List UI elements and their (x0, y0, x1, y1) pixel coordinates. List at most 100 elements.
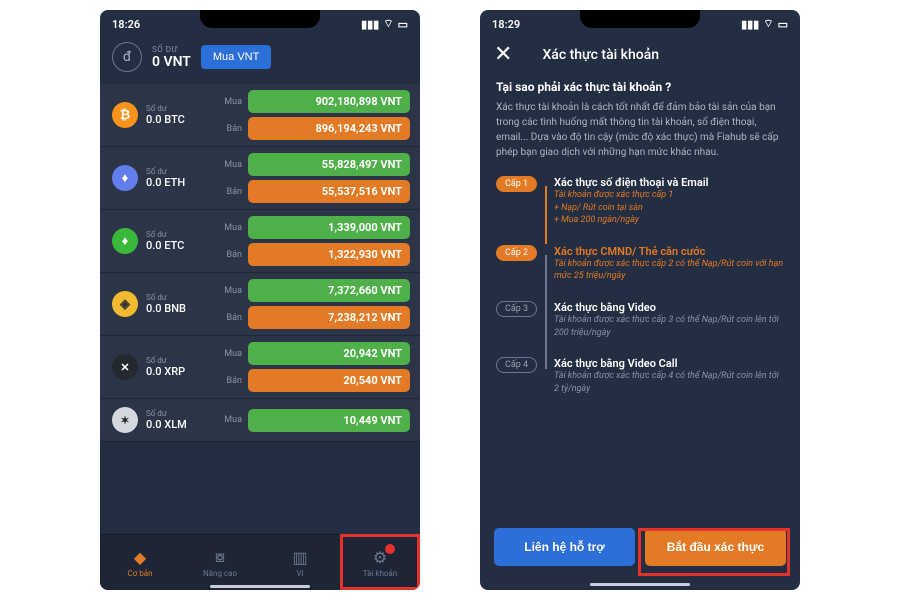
tab-label: Ví (296, 569, 303, 578)
coin-prices: Mua 10,449 VNT (220, 399, 420, 441)
coin-row[interactable]: ◈ Số dư 0.0 BNB Mua 7,372,660 VNT Bán 7,… (100, 273, 420, 336)
close-icon[interactable]: ✕ (494, 44, 512, 66)
signal-icon: ▮▮▮ (741, 18, 759, 31)
level-title: Xác thực bằng Video (554, 301, 784, 314)
verify-level: Cấp 1 Xác thực số điện thoại và Email Tà… (542, 176, 784, 227)
sell-label: Bán (220, 124, 242, 134)
tab-bar: ◆ Cơ bản⧇ Nâng cao▥ Ví⚙ Tài khoản (100, 534, 420, 590)
tab-icon: ⚙ (373, 548, 387, 567)
sell-price[interactable]: 55,537,516 VNT (248, 180, 410, 203)
verify-level: Cấp 3 Xác thực bằng Video Tài khoản được… (542, 301, 784, 339)
verify-level: Cấp 4 Xác thực bằng Video Call Tài khoản… (542, 357, 784, 395)
verify-levels: Cấp 1 Xác thực số điện thoại và Email Tà… (496, 176, 784, 395)
balance-value: 0 VNT (152, 54, 191, 70)
buy-price[interactable]: 20,942 VNT (248, 342, 410, 365)
notification-badge (385, 544, 395, 554)
status-time: 18:29 (492, 18, 520, 31)
verify-explain: Xác thực tài khoản là cách tốt nhất để đ… (496, 100, 784, 160)
balance-word: Số dư (146, 293, 186, 302)
tab-icon: ◆ (134, 548, 146, 567)
coin-info: ♦ Số dư 0.0 ETH (100, 147, 220, 209)
level-title: Xác thực bằng Video Call (554, 357, 784, 370)
support-button[interactable]: Liên hệ hỗ trợ (494, 528, 635, 566)
notch (200, 10, 320, 28)
wifi-icon: ⌔ (763, 17, 773, 31)
sell-label: Bán (220, 313, 242, 323)
coin-prices: Mua 7,372,660 VNT Bán 7,238,212 VNT (220, 273, 420, 335)
battery-icon: ▭ (398, 18, 408, 31)
tab-label: Tài khoản (363, 569, 397, 578)
buy-price[interactable]: 55,828,497 VNT (248, 153, 410, 176)
coin-info: ♦ Số dư 0.0 ETC (100, 210, 220, 272)
start-verify-button[interactable]: Bắt đầu xác thực (645, 528, 786, 566)
coin-prices: Mua 902,180,898 VNT Bán 896,194,243 VNT (220, 84, 420, 146)
coin-balance: 0.0 XLM (146, 418, 187, 431)
vnt-icon: đ (112, 42, 142, 72)
buy-label: Mua (220, 415, 242, 425)
signal-icon: ▮▮▮ (361, 18, 379, 31)
coin-icon: ✕ (112, 354, 138, 380)
status-icons: ▮▮▮ ⌔ ▭ (361, 17, 408, 31)
coin-row[interactable]: ✶ Số dư 0.0 XLM Mua 10,449 VNT (100, 399, 420, 442)
coin-row[interactable]: ♦ Số dư 0.0 ETH Mua 55,828,497 VNT Bán 5… (100, 147, 420, 210)
buy-label: Mua (220, 97, 242, 107)
balance-word: Số dư (146, 230, 184, 239)
tab-cơ-bản[interactable]: ◆ Cơ bản (100, 535, 180, 590)
balance-word: Số dư (146, 104, 185, 113)
level-line (545, 186, 547, 244)
balance-word: Số dư (146, 167, 185, 176)
coin-list[interactable]: ₿ Số dư 0.0 BTC Mua 902,180,898 VNT Bán … (100, 84, 420, 534)
coin-row[interactable]: ₿ Số dư 0.0 BTC Mua 902,180,898 VNT Bán … (100, 84, 420, 147)
tab-icon: ▥ (292, 548, 307, 567)
level-desc: Tài khoản được xác thực cấp 3 có thể Nạp… (554, 314, 784, 339)
wallet-screen: 18:26 ▮▮▮ ⌔ ▭ đ SỐ DƯ 0 VNT Mua VNT ₿ Số… (100, 10, 420, 590)
sell-price[interactable]: 7,238,212 VNT (248, 306, 410, 329)
tab-tài-khoản[interactable]: ⚙ Tài khoản (340, 535, 420, 590)
coin-info: ₿ Số dư 0.0 BTC (100, 84, 220, 146)
buy-price[interactable]: 10,449 VNT (248, 409, 410, 432)
sell-price[interactable]: 896,194,243 VNT (248, 117, 410, 140)
tab-ví[interactable]: ▥ Ví (260, 535, 340, 590)
level-badge: Cấp 1 (496, 176, 537, 192)
status-time: 18:26 (112, 18, 140, 31)
coin-info: ✶ Số dư 0.0 XLM (100, 399, 220, 441)
coin-balance: 0.0 ETC (146, 239, 184, 252)
coin-icon: ✶ (112, 407, 138, 433)
balance-word: Số dư (146, 356, 185, 365)
sell-label: Bán (220, 250, 242, 260)
buy-label: Mua (220, 286, 242, 296)
level-badge: Cấp 3 (496, 301, 537, 317)
tab-nâng-cao[interactable]: ⧇ Nâng cao (180, 535, 260, 590)
status-bar: 18:26 ▮▮▮ ⌔ ▭ (100, 10, 420, 34)
balance-header: đ SỐ DƯ 0 VNT Mua VNT (100, 34, 420, 84)
buy-price[interactable]: 1,339,000 VNT (248, 216, 410, 239)
coin-row[interactable]: ✕ Số dư 0.0 XRP Mua 20,942 VNT Bán 20,54… (100, 336, 420, 399)
buy-price[interactable]: 902,180,898 VNT (248, 90, 410, 113)
tab-icon: ⧇ (215, 547, 225, 567)
home-indicator (590, 583, 690, 586)
coin-icon: ₿ (112, 102, 138, 128)
coin-icon: ♦ (112, 165, 138, 191)
battery-icon: ▭ (778, 18, 788, 31)
buy-label: Mua (220, 223, 242, 233)
status-icons: ▮▮▮ ⌔ ▭ (741, 17, 788, 31)
coin-icon: ◈ (112, 291, 138, 317)
balance-word: Số dư (146, 409, 187, 418)
page-title: Xác thực tài khoản (542, 47, 659, 63)
coin-balance: 0.0 BNB (146, 302, 186, 315)
level-title: Xác thực CMND/ Thẻ căn cước (554, 245, 784, 258)
wifi-icon: ⌔ (383, 17, 393, 31)
buy-vnt-button[interactable]: Mua VNT (201, 45, 271, 69)
tab-label: Cơ bản (127, 569, 152, 578)
coin-icon: ♦ (112, 228, 138, 254)
verify-level: Cấp 2 Xác thực CMND/ Thẻ căn cước Tài kh… (542, 245, 784, 283)
buy-price[interactable]: 7,372,660 VNT (248, 279, 410, 302)
coin-prices: Mua 20,942 VNT Bán 20,540 VNT (220, 336, 420, 398)
sell-price[interactable]: 1,322,930 VNT (248, 243, 410, 266)
buy-label: Mua (220, 160, 242, 170)
level-desc: Tài khoản được xác thực cấp 1+ Nạp/ Rút … (554, 189, 784, 227)
coin-balance: 0.0 BTC (146, 113, 185, 126)
coin-row[interactable]: ♦ Số dư 0.0 ETC Mua 1,339,000 VNT Bán 1,… (100, 210, 420, 273)
sell-price[interactable]: 20,540 VNT (248, 369, 410, 392)
balance-text: SỐ DƯ 0 VNT (152, 45, 191, 70)
